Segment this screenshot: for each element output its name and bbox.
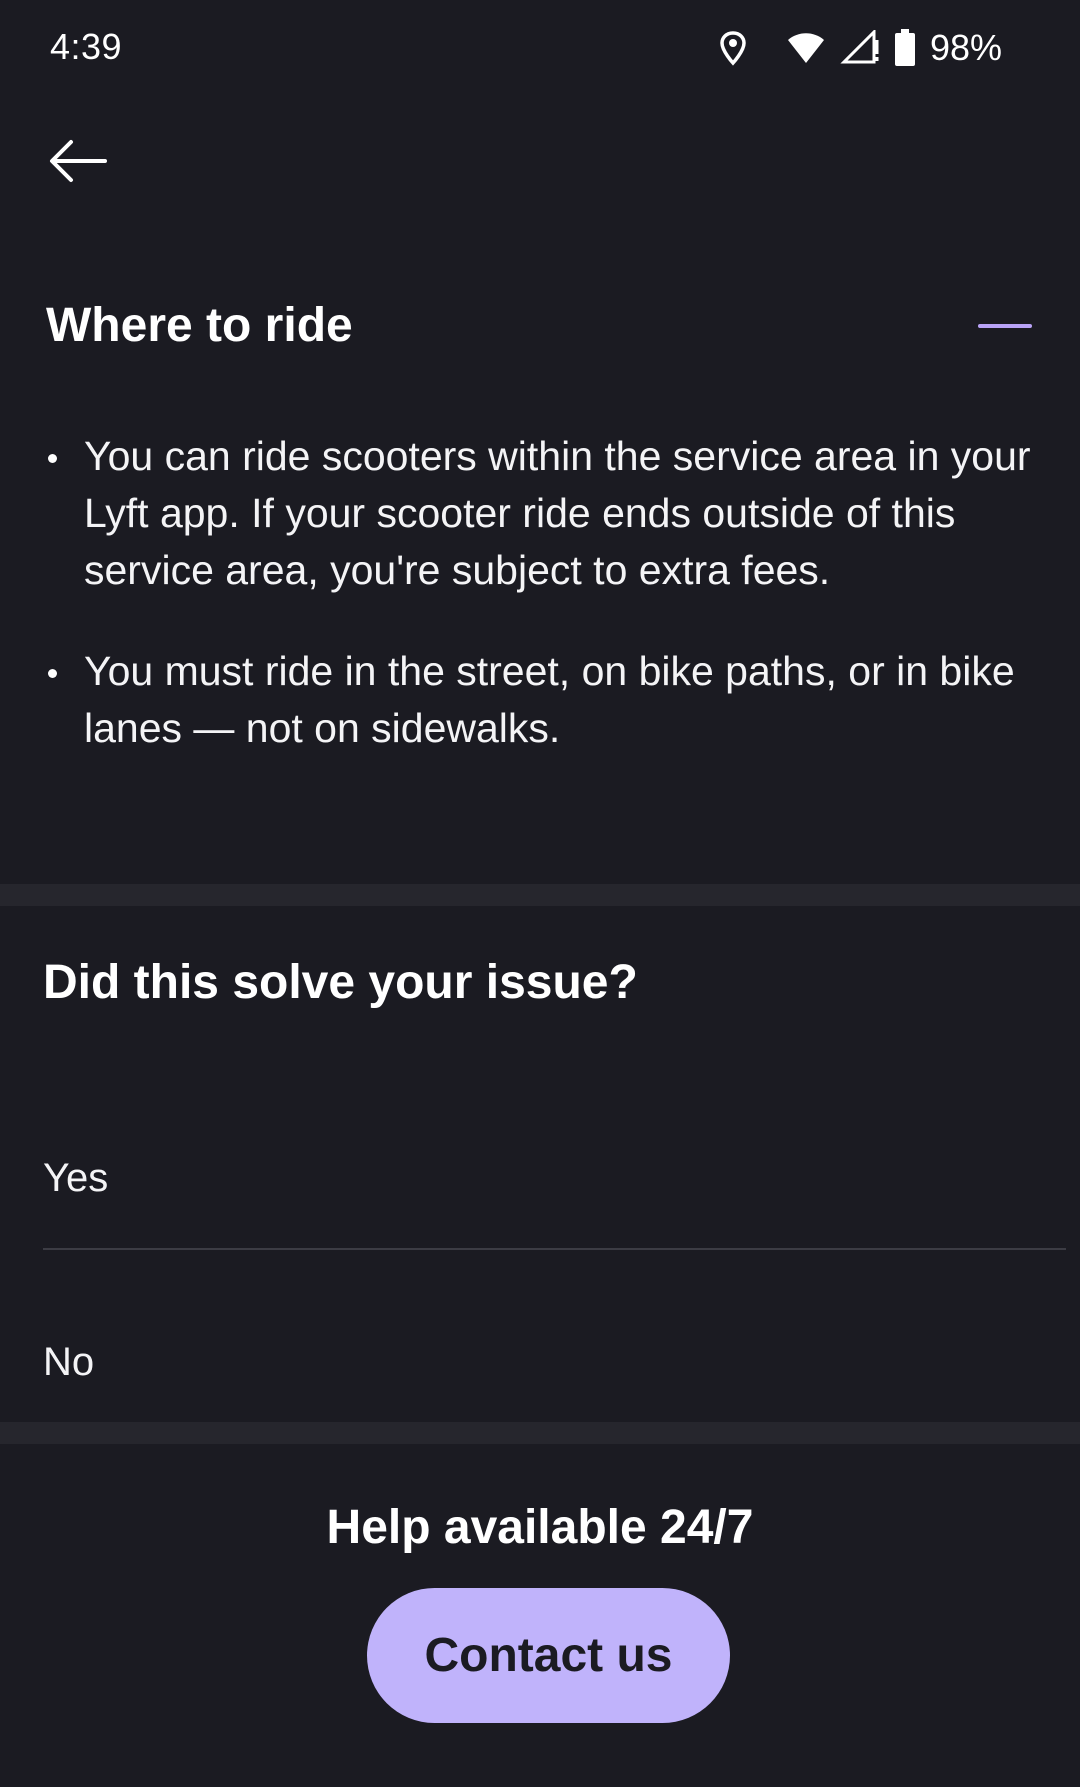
option-no[interactable]: No xyxy=(43,1312,1066,1412)
bullet-icon xyxy=(48,454,57,463)
location-icon xyxy=(718,30,748,66)
section-divider xyxy=(0,884,1080,906)
list-item: You must ride in the street, on bike pat… xyxy=(46,643,1036,757)
help-title: Help available 24/7 xyxy=(326,1501,754,1554)
option-label: No xyxy=(43,1340,95,1384)
bullet-icon xyxy=(48,669,57,678)
back-button[interactable] xyxy=(38,128,118,198)
signal-icon xyxy=(840,30,880,66)
section-header: Where to ride xyxy=(46,288,1036,368)
status-time: 4:39 xyxy=(50,26,123,67)
contact-us-button[interactable]: Contact us xyxy=(367,1588,730,1723)
battery-icon xyxy=(894,29,916,67)
arrow-left-icon xyxy=(49,139,107,188)
section-title: Where to ride xyxy=(46,299,353,352)
option-label: Yes xyxy=(43,1156,109,1200)
feedback-title: Did this solve your issue? xyxy=(43,956,638,1009)
status-icons: 98% xyxy=(718,26,1002,70)
option-separator xyxy=(43,1248,1066,1250)
battery-percent: 98% xyxy=(929,27,1002,68)
status-bar: 4:39 98% xyxy=(0,0,1080,96)
collapse-toggle[interactable] xyxy=(974,302,1034,342)
bullet-text: You can ride scooters within the service… xyxy=(84,433,1031,593)
section-divider xyxy=(0,1422,1080,1444)
option-yes[interactable]: Yes xyxy=(43,1128,1066,1228)
minus-icon xyxy=(978,324,1032,328)
wifi-icon xyxy=(786,31,826,65)
bullet-text: You must ride in the street, on bike pat… xyxy=(84,648,1015,751)
bullet-list: You can ride scooters within the service… xyxy=(46,428,1036,801)
list-item: You can ride scooters within the service… xyxy=(46,428,1036,599)
